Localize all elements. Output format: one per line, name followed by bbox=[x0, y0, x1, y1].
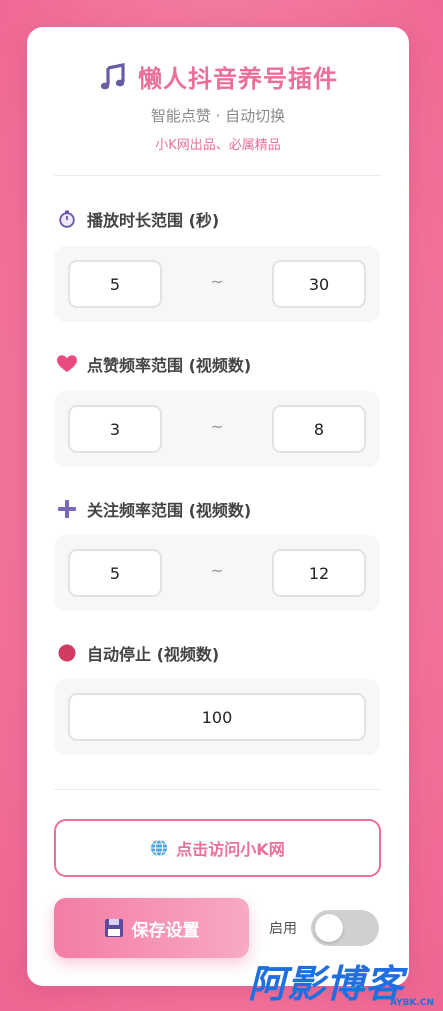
toggle-knob bbox=[315, 914, 343, 942]
play-duration-min-input[interactable] bbox=[68, 260, 162, 308]
play-duration-label: 播放时长范围 (秒) bbox=[57, 207, 219, 231]
divider bbox=[54, 789, 382, 790]
credit-text: 小K网出品、必属精品 bbox=[155, 138, 281, 153]
page-title: 懒人抖音养号插件 bbox=[138, 65, 338, 93]
range-separator: ~ bbox=[210, 272, 224, 291]
enable-toggle-label: 启用 bbox=[269, 921, 297, 937]
watermark-logo: 阿影博客 AYBK.CN bbox=[248, 962, 438, 1010]
like-frequency-max-input[interactable] bbox=[272, 405, 366, 453]
like-frequency-label: 点赞频率范围 (视频数) bbox=[57, 352, 251, 376]
play-duration-panel: ~ bbox=[54, 246, 380, 322]
follow-frequency-panel: ~ bbox=[54, 535, 380, 611]
stopwatch-icon bbox=[57, 209, 77, 229]
plus-icon bbox=[57, 499, 77, 519]
title-row: 懒人抖音养号插件 bbox=[27, 59, 409, 94]
play-duration-max-input[interactable] bbox=[272, 260, 366, 308]
follow-frequency-max-input[interactable] bbox=[272, 549, 366, 597]
enable-toggle-group: 启用 bbox=[269, 910, 379, 946]
follow-frequency-min-input[interactable] bbox=[68, 549, 162, 597]
enable-toggle[interactable] bbox=[311, 910, 379, 946]
globe-icon bbox=[151, 839, 168, 857]
like-frequency-min-input[interactable] bbox=[68, 405, 162, 453]
settings-card: 懒人抖音养号插件 智能点赞 · 自动切换 小K网出品、必属精品 播放时长范围 (… bbox=[27, 27, 409, 986]
follow-frequency-label: 关注频率范围 (视频数) bbox=[57, 497, 251, 521]
watermark-sub: AYBK.CN bbox=[389, 998, 434, 1008]
red-circle-icon bbox=[57, 643, 77, 663]
range-separator: ~ bbox=[210, 561, 224, 580]
auto-stop-input[interactable] bbox=[68, 693, 366, 741]
divider bbox=[54, 175, 382, 176]
visit-site-button[interactable]: 点击访问小K网 bbox=[54, 819, 381, 877]
floppy-disk-icon bbox=[104, 919, 123, 937]
like-frequency-panel: ~ bbox=[54, 391, 380, 467]
save-settings-button[interactable]: 保存设置 bbox=[54, 898, 249, 958]
range-separator: ~ bbox=[210, 417, 224, 436]
auto-stop-label: 自动停止 (视频数) bbox=[57, 641, 219, 665]
auto-stop-panel bbox=[54, 679, 380, 755]
heart-icon bbox=[57, 354, 77, 374]
subtitle: 智能点赞 · 自动切换 bbox=[150, 107, 286, 125]
music-note-icon bbox=[100, 62, 125, 89]
